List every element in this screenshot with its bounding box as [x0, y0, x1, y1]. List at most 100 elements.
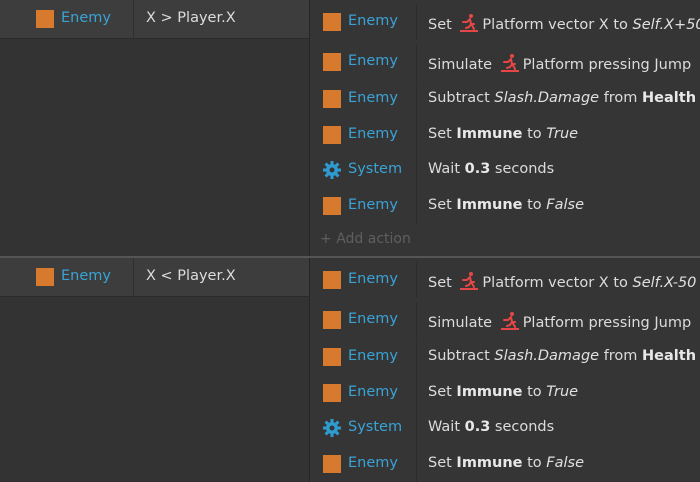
action-text[interactable]: Set Immune to True: [428, 384, 578, 400]
event-block[interactable]: Enemy X < Player.X Enemy Set Platform ve…: [0, 258, 700, 482]
action-value: Slash.Damage: [494, 90, 600, 106]
action-object-name: Enemy: [348, 90, 398, 106]
action-verb: Subtract: [428, 90, 490, 106]
platform-behavior-icon: [460, 272, 479, 290]
action-object-name: Enemy: [348, 53, 398, 69]
enemy-object-icon: [323, 53, 341, 71]
action-value: Slash.Damage: [494, 348, 600, 364]
platform-behavior-icon: [460, 14, 479, 32]
action-text[interactable]: Simulate Platform pressing Jump: [428, 311, 691, 331]
action-word: to: [527, 197, 542, 213]
action-variable: Immune: [456, 455, 523, 471]
action-object[interactable]: System: [310, 152, 417, 188]
action-param: Platform vector X to: [482, 275, 628, 291]
action-variable: Health: [642, 348, 697, 364]
action-object[interactable]: Enemy: [310, 117, 417, 153]
action-row[interactable]: Enemy Simulate Platform pressing Jump: [310, 44, 700, 80]
action-text[interactable]: Set Immune to True: [428, 126, 578, 142]
action-variable: Immune: [456, 126, 523, 142]
action-object[interactable]: Enemy: [310, 4, 417, 40]
action-text[interactable]: Set Immune to False: [428, 455, 584, 471]
action-object-name: Enemy: [348, 455, 398, 471]
action-object-name: System: [348, 161, 403, 177]
actions-column: Enemy Set Platform vector X to Self.X+50…: [309, 0, 700, 256]
action-row[interactable]: Enemy Set Immune to True: [310, 117, 700, 153]
action-object[interactable]: System: [310, 410, 417, 446]
action-object-name: Enemy: [348, 348, 398, 364]
action-text[interactable]: Simulate Platform pressing Jump: [428, 53, 691, 73]
action-word: to: [527, 126, 542, 142]
action-text[interactable]: Set Platform vector X to Self.X+50: [428, 13, 700, 33]
action-text[interactable]: Subtract Slash.Damage from Health: [428, 90, 696, 106]
condition-row[interactable]: Enemy X < Player.X: [0, 258, 309, 297]
platform-behavior-icon: [500, 312, 519, 330]
action-text[interactable]: Set Platform vector X to Self.X-50: [428, 271, 696, 291]
action-param: Platform vector X to: [482, 17, 628, 33]
enemy-object-icon: [323, 197, 341, 215]
action-object-name: Enemy: [348, 13, 398, 29]
action-verb: Simulate: [428, 57, 493, 73]
condition-object-name: Enemy: [61, 268, 111, 284]
platform-behavior-icon: [500, 54, 519, 72]
action-row[interactable]: Enemy Set Platform vector X to Self.X+50: [310, 4, 700, 40]
action-object-name: System: [348, 419, 403, 435]
actions-column: Enemy Set Platform vector X to Self.X-50…: [309, 258, 700, 482]
action-variable: Immune: [456, 197, 523, 213]
action-verb: Subtract: [428, 348, 490, 364]
action-object-name: Enemy: [348, 384, 398, 400]
action-object[interactable]: Enemy: [310, 302, 417, 338]
action-object[interactable]: Enemy: [310, 375, 417, 411]
condition-object[interactable]: Enemy: [0, 258, 134, 297]
gear-icon: [323, 161, 341, 179]
event-sheet: Enemy X > Player.X Enemy Set Platform ve…: [0, 0, 700, 482]
action-object-name: Enemy: [348, 311, 398, 327]
action-row[interactable]: Enemy Set Immune to True: [310, 375, 700, 411]
action-text[interactable]: Set Immune to False: [428, 197, 584, 213]
action-text[interactable]: Subtract Slash.Damage from Health: [428, 348, 696, 364]
action-variable: 0.3: [464, 161, 491, 177]
condition-object-name: Enemy: [61, 10, 111, 26]
action-object[interactable]: Enemy: [310, 262, 417, 298]
enemy-object-icon: [323, 311, 341, 329]
action-value: True: [546, 384, 579, 400]
action-verb: Wait: [428, 161, 461, 177]
action-verb: Set: [428, 455, 452, 471]
condition-text[interactable]: X < Player.X: [146, 268, 236, 284]
condition-object[interactable]: Enemy: [0, 0, 134, 39]
action-value: False: [546, 455, 585, 471]
action-object-name: Enemy: [348, 126, 398, 142]
enemy-object-icon: [323, 271, 341, 289]
add-action-button[interactable]: + Add action: [320, 231, 411, 247]
action-object-name: Enemy: [348, 271, 398, 287]
condition-area[interactable]: [0, 297, 309, 482]
action-row[interactable]: Enemy Subtract Slash.Damage from Health: [310, 339, 700, 375]
action-variable: Health: [642, 90, 697, 106]
add-action-label: Add action: [336, 231, 411, 247]
action-verb: Set: [428, 384, 452, 400]
action-object[interactable]: Enemy: [310, 446, 417, 482]
action-word: seconds: [494, 161, 555, 177]
action-row[interactable]: Enemy Set Immune to False: [310, 188, 700, 224]
action-word: from: [603, 90, 638, 106]
action-text[interactable]: Wait 0.3 seconds: [428, 161, 554, 177]
action-object[interactable]: Enemy: [310, 188, 417, 224]
enemy-object-icon: [323, 348, 341, 366]
enemy-object-icon: [323, 455, 341, 473]
action-row[interactable]: System Wait 0.3 seconds: [310, 410, 700, 446]
event-block[interactable]: Enemy X > Player.X Enemy Set Platform ve…: [0, 0, 700, 256]
condition-row[interactable]: Enemy X > Player.X: [0, 0, 309, 39]
action-row[interactable]: Enemy Simulate Platform pressing Jump: [310, 302, 700, 338]
action-variable: Immune: [456, 384, 523, 400]
action-verb: Set: [428, 275, 452, 291]
action-row[interactable]: Enemy Subtract Slash.Damage from Health: [310, 81, 700, 117]
action-object[interactable]: Enemy: [310, 44, 417, 80]
condition-area[interactable]: [0, 39, 309, 256]
action-row[interactable]: System Wait 0.3 seconds: [310, 152, 700, 188]
condition-text[interactable]: X > Player.X: [146, 10, 236, 26]
action-row[interactable]: Enemy Set Platform vector X to Self.X-50: [310, 262, 700, 298]
action-verb: Set: [428, 197, 452, 213]
action-object[interactable]: Enemy: [310, 339, 417, 375]
action-row[interactable]: Enemy Set Immune to False: [310, 446, 700, 482]
action-text[interactable]: Wait 0.3 seconds: [428, 419, 554, 435]
action-object[interactable]: Enemy: [310, 81, 417, 117]
